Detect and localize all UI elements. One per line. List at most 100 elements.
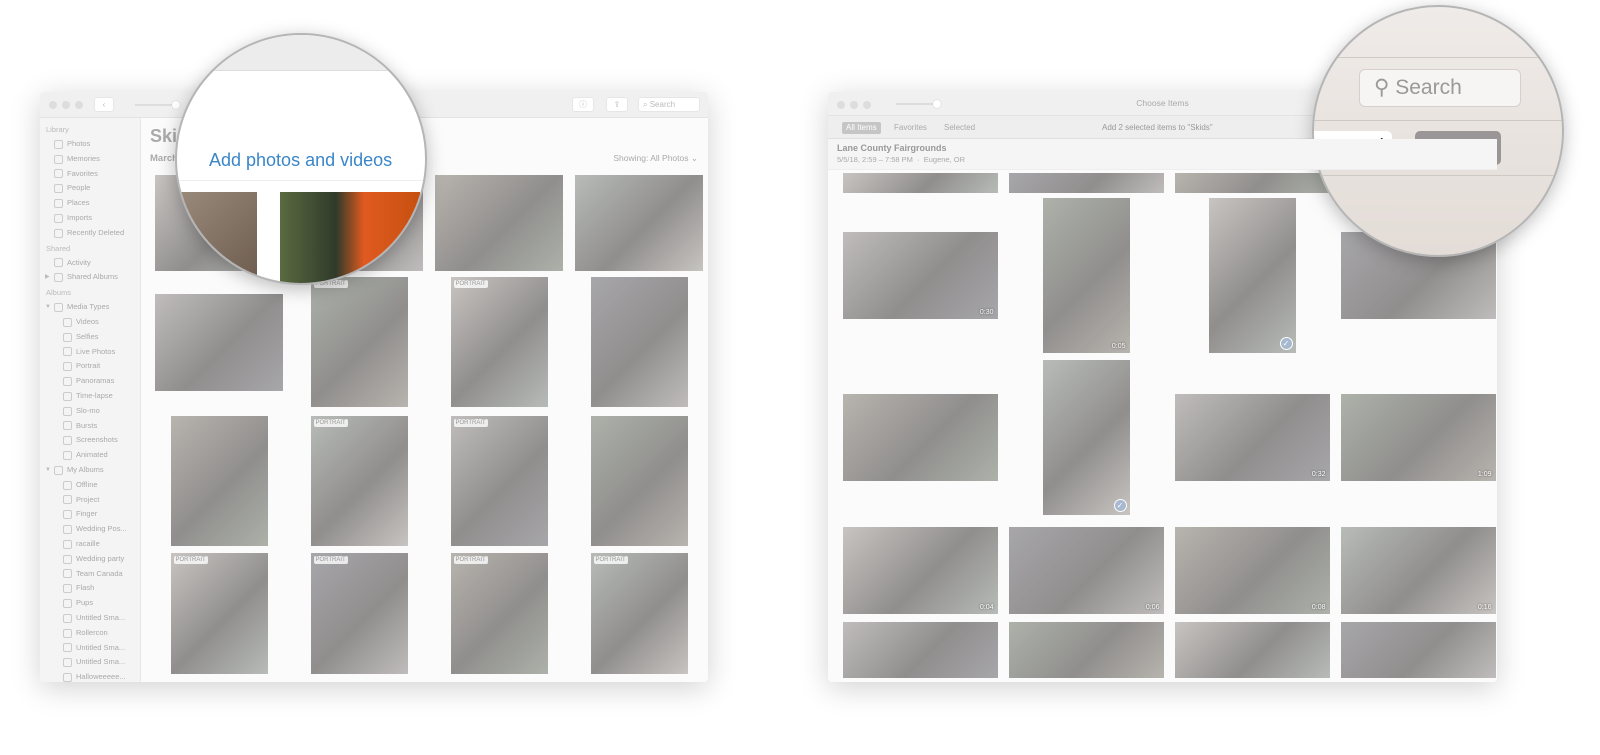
- photo-thumbnail[interactable]: 0:06: [1008, 526, 1164, 614]
- photo-thumbnail[interactable]: [1340, 622, 1496, 678]
- photo-thumbnail[interactable]: ✓: [1042, 360, 1130, 515]
- tab-selected[interactable]: Selected: [940, 122, 979, 134]
- photo-thumbnail[interactable]: 0:30: [842, 231, 998, 319]
- photo-thumbnail[interactable]: [842, 173, 998, 193]
- video-duration: 0:04: [979, 603, 994, 611]
- photo-thumbnail[interactable]: PORTRAIT: [450, 416, 548, 546]
- photo-thumbnail[interactable]: PORTRAIT: [310, 277, 408, 407]
- photo-thumbnail[interactable]: [590, 416, 688, 546]
- smart-album-icon: [63, 658, 72, 668]
- disclosure-triangle-icon[interactable]: ▼: [45, 463, 51, 478]
- sidebar-item[interactable]: Places: [40, 196, 140, 211]
- sidebar-item[interactable]: Memories: [40, 152, 140, 167]
- sidebar-item[interactable]: Activity: [40, 256, 140, 271]
- video-duration: 0:16: [1477, 603, 1492, 611]
- sidebar-item[interactable]: racaille: [40, 537, 140, 552]
- portrait-badge: PORTRAIT: [313, 556, 348, 564]
- close-button[interactable]: [49, 101, 57, 109]
- sidebar-item[interactable]: Wedding Pos...: [40, 522, 140, 537]
- sidebar-item[interactable]: People: [40, 181, 140, 196]
- photo-row: PORTRAIT PORTRAIT: [149, 273, 708, 411]
- photo-thumbnail[interactable]: PORTRAIT: [450, 277, 548, 407]
- sidebar-item[interactable]: Flash: [40, 581, 140, 596]
- sidebar-item[interactable]: ▶ Shared Albums: [40, 270, 140, 285]
- sidebar-item[interactable]: Pups: [40, 596, 140, 611]
- tab-favorites[interactable]: Favorites: [890, 122, 931, 134]
- sidebar-item[interactable]: Untitled Sma...: [40, 655, 140, 670]
- sidebar-item[interactable]: Videos: [40, 315, 140, 330]
- sidebar-item[interactable]: Halloweeeee...: [40, 670, 140, 682]
- sidebar-item[interactable]: Photos: [40, 137, 140, 152]
- sidebar-item[interactable]: Selfies: [40, 330, 140, 345]
- sidebar-item[interactable]: ▼ My Albums: [40, 463, 140, 478]
- photo-thumbnail[interactable]: [1008, 173, 1164, 193]
- add-photos-and-videos-link[interactable]: Add photos and videos: [209, 150, 392, 171]
- photo-thumbnail[interactable]: PORTRAIT: [590, 553, 688, 674]
- portrait-badge: PORTRAIT: [453, 280, 488, 288]
- sidebar-item[interactable]: Imports: [40, 211, 140, 226]
- photo-thumbnail[interactable]: [842, 622, 998, 678]
- photo-thumbnail[interactable]: PORTRAIT: [310, 553, 408, 674]
- album-icon: [54, 465, 63, 475]
- photo-thumbnail[interactable]: [170, 416, 268, 546]
- photo-thumbnail[interactable]: 0:05: [1042, 197, 1130, 353]
- photo-thumbnail[interactable]: [435, 175, 563, 271]
- search-input[interactable]: ⌕ Search: [638, 97, 700, 112]
- photo-thumbnail[interactable]: [575, 175, 703, 271]
- share-button[interactable]: ⇪: [606, 97, 628, 112]
- photo-thumbnail[interactable]: 1:09: [1340, 394, 1496, 481]
- sidebar-item[interactable]: Untitled Sma...: [40, 611, 140, 626]
- photo-thumbnail[interactable]: 0:04: [842, 526, 998, 614]
- sidebar-item[interactable]: Rollercon: [40, 626, 140, 641]
- showing-filter-dropdown[interactable]: Showing: All Photos ⌄: [613, 153, 698, 164]
- photo-thumbnail[interactable]: 0:08: [1174, 526, 1330, 614]
- photo-thumbnail[interactable]: PORTRAIT: [310, 416, 408, 546]
- sidebar-item[interactable]: Untitled Sma...: [40, 641, 140, 656]
- sidebar-item[interactable]: Project: [40, 493, 140, 508]
- photo-thumbnail[interactable]: [842, 394, 998, 481]
- photo-thumbnail[interactable]: [1008, 622, 1164, 678]
- sidebar-item[interactable]: Wedding party: [40, 552, 140, 567]
- sidebar: Library Photos Memories Favorites People Plac…: [40, 118, 141, 682]
- search-input[interactable]: ⚲ Search: [1359, 69, 1521, 107]
- zoom-slider[interactable]: [135, 101, 180, 109]
- sidebar-item[interactable]: Favorites: [40, 167, 140, 182]
- sidebar-item[interactable]: Panoramas: [40, 374, 140, 389]
- back-button[interactable]: ‹: [94, 97, 114, 112]
- photo-row: 0:04 0:06 0:08 0:16: [837, 520, 1497, 620]
- sidebar-item[interactable]: Screenshots: [40, 433, 140, 448]
- sidebar-item[interactable]: Slo-mo: [40, 404, 140, 419]
- photo-thumbnail[interactable]: [590, 277, 688, 407]
- portrait-badge: PORTRAIT: [593, 556, 628, 564]
- photo-thumbnail[interactable]: 0:32: [1174, 394, 1330, 481]
- sidebar-item[interactable]: Recently Deleted: [40, 226, 140, 241]
- photo-thumbnail[interactable]: [1174, 622, 1330, 678]
- sidebar-item[interactable]: Finger: [40, 507, 140, 522]
- photo-thumbnail[interactable]: PORTRAIT: [450, 553, 548, 674]
- album-icon: [63, 495, 72, 505]
- photo-thumbnail[interactable]: ✓: [1208, 197, 1296, 353]
- sidebar-item[interactable]: ▼ Media Types: [40, 300, 140, 315]
- disclosure-triangle-icon[interactable]: ▶: [45, 270, 50, 285]
- sidebar-item[interactable]: Team Canada: [40, 567, 140, 582]
- photo-thumbnail[interactable]: [1174, 173, 1330, 193]
- photo-thumbnail[interactable]: PORTRAIT: [170, 553, 268, 674]
- moment-subtitle: 5/5/18, 2:59 – 7:58 PM · Eugene, OR: [837, 155, 965, 164]
- window-controls[interactable]: [49, 101, 83, 109]
- minimize-button[interactable]: [62, 101, 70, 109]
- photo-thumbnail[interactable]: [155, 293, 283, 391]
- sidebar-item[interactable]: Bursts: [40, 419, 140, 434]
- video-duration: 0:30: [979, 308, 994, 316]
- photo-thumbnail[interactable]: 0:16: [1340, 526, 1496, 614]
- tab-all-items[interactable]: All Items: [842, 122, 881, 134]
- zoom-button[interactable]: [75, 101, 83, 109]
- video-duration: 1:09: [1477, 471, 1492, 478]
- sidebar-item[interactable]: Animated: [40, 448, 140, 463]
- thumbnail-icon: [63, 628, 72, 638]
- sidebar-item[interactable]: Offline: [40, 478, 140, 493]
- info-button[interactable]: ⓘ: [572, 97, 594, 112]
- disclosure-triangle-icon[interactable]: ▼: [45, 300, 51, 315]
- sidebar-item[interactable]: Portrait: [40, 359, 140, 374]
- sidebar-item[interactable]: Time-lapse: [40, 389, 140, 404]
- sidebar-item[interactable]: Live Photos: [40, 345, 140, 360]
